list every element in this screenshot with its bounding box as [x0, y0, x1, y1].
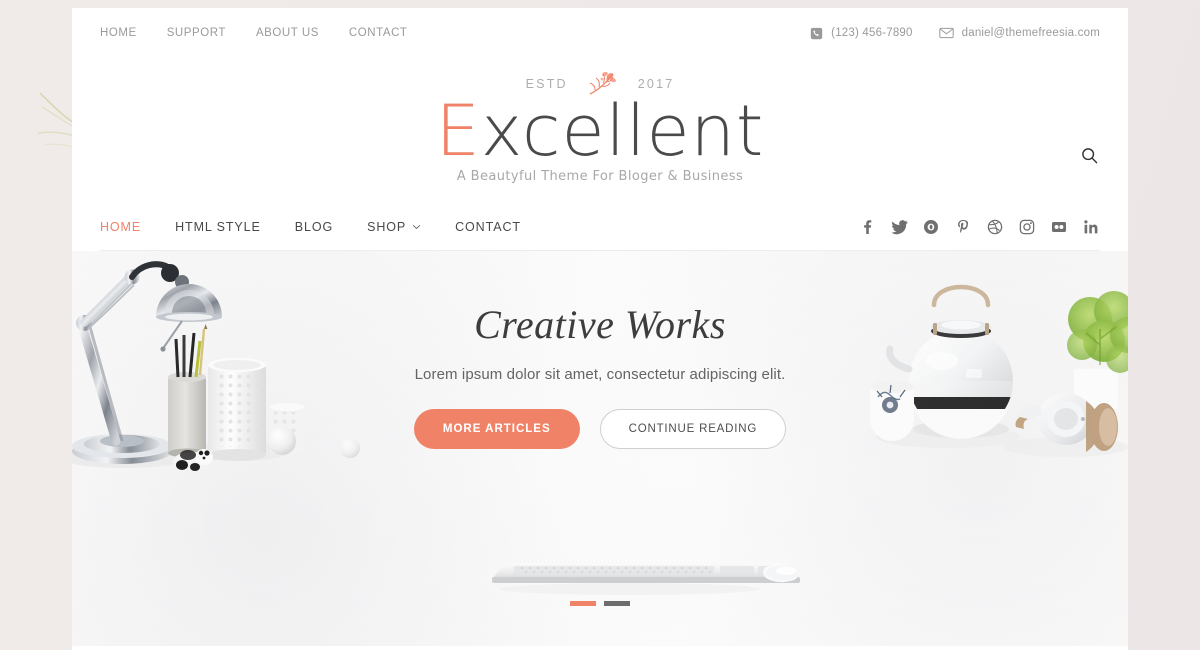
instagram-icon[interactable] [1018, 218, 1036, 236]
hero-content: Creative Works Lorem ipsum dolor sit ame… [72, 301, 1128, 450]
primary-menu: HOME HTML STYLE BLOG SHOP CONTACT [100, 220, 521, 234]
email-contact[interactable]: daniel@themefreesia.com [938, 27, 1100, 39]
nav-item-contact[interactable]: CONTACT [455, 220, 521, 234]
nav-item-shop[interactable]: SHOP [367, 220, 421, 234]
main-navigation: HOME HTML STYLE BLOG SHOP CONTACT [100, 204, 1100, 252]
nav-item-label: BLOG [294, 220, 334, 235]
nav-item-label: CONTACT [455, 220, 521, 235]
top-navigation: HOME SUPPORT ABOUT US CONTACT [100, 27, 408, 39]
hero-subtitle: Lorem ipsum dolor sit amet, consectetur … [414, 366, 786, 384]
linkedin-icon[interactable] [1082, 218, 1100, 236]
slider-dot-1[interactable] [570, 601, 596, 607]
top-bar: HOME SUPPORT ABOUT US CONTACT (123) 456-… [72, 8, 1128, 58]
envelope-icon [938, 27, 954, 39]
pinterest-icon[interactable] [954, 218, 972, 236]
email-address: daniel@themefreesia.com [961, 27, 1100, 39]
estd-label: ESTD [525, 77, 568, 91]
chevron-down-icon [412, 225, 421, 230]
top-nav-item-support[interactable]: SUPPORT [167, 27, 226, 39]
logo-initial: E [435, 90, 481, 172]
continue-reading-button[interactable]: CONTINUE READING [599, 409, 787, 450]
nav-item-label: SHOP [367, 220, 407, 235]
top-nav-item-contact[interactable]: CONTACT [349, 27, 408, 39]
estd-year: 2017 [637, 77, 675, 91]
phone-contact[interactable]: (123) 456-7890 [810, 27, 912, 40]
phone-icon [810, 27, 823, 40]
google-plus-icon[interactable] [922, 218, 940, 236]
hero-buttons: MORE ARTICLES CONTINUE READING [72, 409, 1128, 450]
top-nav-item-home[interactable]: HOME [100, 27, 137, 39]
site-logo[interactable]: Excellent [72, 95, 1128, 167]
brand-header: ESTD 2017 Excellent A Beautyful Theme Fo… [72, 58, 1128, 190]
nav-item-label: HOME [100, 220, 142, 235]
search-icon[interactable] [1078, 144, 1100, 166]
logo-rest: xcellent [480, 90, 765, 172]
slider-dot-2[interactable] [604, 601, 630, 607]
website-page: HOME SUPPORT ABOUT US CONTACT (123) 456-… [72, 8, 1128, 650]
hero-title: Creative Works [474, 302, 726, 348]
dribbble-icon[interactable] [986, 218, 1004, 236]
nav-item-home[interactable]: HOME [100, 220, 141, 234]
browser-canvas: HOME SUPPORT ABOUT US CONTACT (123) 456-… [0, 0, 1200, 650]
nav-item-blog[interactable]: BLOG [295, 220, 333, 234]
social-links [858, 218, 1100, 236]
phone-number: (123) 456-7890 [831, 27, 913, 39]
facebook-icon[interactable] [858, 218, 876, 236]
site-tagline: A Beautyful Theme For Bloger & Business [456, 169, 744, 185]
nav-item-html-style[interactable]: HTML STYLE [175, 220, 261, 234]
contact-info: (123) 456-7890 daniel@themefreesia.com [810, 27, 1100, 40]
hero-slider: Creative Works Lorem ipsum dolor sit ame… [72, 251, 1128, 647]
more-articles-button[interactable]: MORE ARTICLES [413, 409, 580, 450]
flickr-icon[interactable] [1050, 218, 1068, 236]
top-nav-item-about-us[interactable]: ABOUT US [256, 27, 319, 39]
twitter-icon[interactable] [890, 218, 908, 236]
nav-item-label: HTML STYLE [175, 220, 261, 235]
slider-pagination [72, 601, 1128, 607]
keyboard-and-mouse-photo [492, 563, 800, 596]
